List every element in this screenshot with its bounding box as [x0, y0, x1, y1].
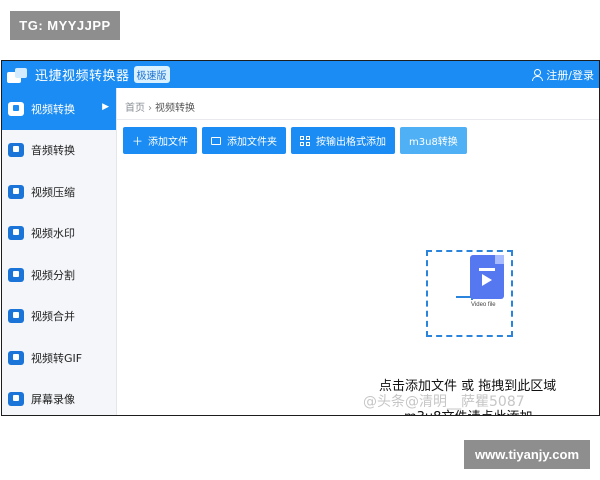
sidebar-item-label: 视频水印 [31, 227, 75, 241]
m3u8-add-link[interactable]: m3u8文件请点此添加 [404, 406, 532, 415]
video-file-label: Video file [471, 302, 496, 308]
page: TG: MYYJJPP 迅捷视频转换器 极速版 注册/登录 视频转换 ▶ 音频转… [0, 0, 600, 480]
sidebar-item-audio-convert[interactable]: 音频转换 [2, 130, 116, 172]
sidebar: 视频转换 ▶ 音频转换 视频压缩 视频水印 视频分割 视频合并 视频转GIF 屏… [2, 88, 117, 416]
app-logo-icon [7, 66, 29, 84]
sidebar-item-label: 视频压缩 [31, 185, 75, 199]
main-panel: 首页 › 视频转换 ＋ 添加文件 添加文件夹 按输出格式添加 m3u8转换 Vi… [117, 88, 599, 415]
video-convert-icon [8, 101, 24, 116]
sidebar-item-video-watermark[interactable]: 视频水印 [2, 213, 116, 255]
sidebar-item-video-compress[interactable]: 视频压缩 [2, 171, 116, 213]
sidebar-item-label: 音频转换 [31, 144, 75, 158]
sidebar-item-video-convert[interactable]: 视频转换 ▶ [2, 88, 116, 130]
breadcrumb-current: 视频转换 [155, 103, 195, 114]
sidebar-item-label: 视频转GIF [31, 351, 83, 365]
video-file-icon [470, 255, 504, 299]
sidebar-item-video-split[interactable]: 视频分割 [2, 254, 116, 296]
m3u8-convert-label: m3u8转换 [409, 137, 458, 148]
video-watermark-icon [8, 226, 24, 241]
top-left-tag: TG: MYYJJPP [10, 11, 120, 40]
toolbar: ＋ 添加文件 添加文件夹 按输出格式添加 m3u8转换 [123, 127, 467, 154]
video-merge-icon [8, 309, 24, 324]
video-to-gif-icon [8, 350, 24, 365]
app-window: 迅捷视频转换器 极速版 注册/登录 视频转换 ▶ 音频转换 视频压缩 视频水印 … [1, 60, 600, 416]
audio-convert-icon [8, 143, 24, 158]
divider [117, 119, 599, 120]
folder-icon [211, 136, 221, 145]
sidebar-item-label: 视频合并 [31, 310, 75, 324]
sidebar-item-screen-record[interactable]: 屏幕录像 [2, 379, 116, 416]
sidebar-item-label: 视频分割 [31, 268, 75, 282]
plus-icon: ＋ [132, 134, 143, 148]
add-folder-button[interactable]: 添加文件夹 [202, 127, 286, 154]
title-bar: 迅捷视频转换器 极速版 注册/登录 [2, 61, 599, 88]
m3u8-convert-button[interactable]: m3u8转换 [400, 127, 467, 154]
sidebar-item-video-to-gif[interactable]: 视频转GIF [2, 337, 116, 379]
edition-badge: 极速版 [133, 66, 170, 83]
video-compress-icon [8, 184, 24, 199]
add-by-format-label: 按输出格式添加 [316, 137, 386, 148]
grid-icon [300, 135, 310, 146]
breadcrumb-home[interactable]: 首页 [125, 103, 145, 114]
video-split-icon [8, 267, 24, 282]
app-title: 迅捷视频转换器 [35, 69, 130, 84]
breadcrumb: 首页 › 视频转换 [125, 99, 195, 114]
chevron-right-icon: ▶ [102, 102, 109, 112]
add-file-button[interactable]: ＋ 添加文件 [123, 127, 197, 154]
sidebar-item-label: 屏幕录像 [31, 393, 75, 407]
user-icon [532, 68, 544, 81]
drop-zone[interactable]: Video file [426, 250, 513, 337]
sidebar-item-label: 视频转换 [31, 102, 75, 116]
login-register-label: 注册/登录 [546, 68, 594, 82]
screen-record-icon [8, 392, 24, 407]
site-url-tag: www.tiyanjy.com [464, 440, 590, 469]
add-by-format-button[interactable]: 按输出格式添加 [291, 127, 395, 154]
add-file-label: 添加文件 [148, 137, 188, 148]
add-folder-label: 添加文件夹 [227, 137, 277, 148]
breadcrumb-separator: › [148, 103, 152, 114]
sidebar-item-video-merge[interactable]: 视频合并 [2, 296, 116, 338]
login-register-link[interactable]: 注册/登录 [532, 61, 594, 88]
